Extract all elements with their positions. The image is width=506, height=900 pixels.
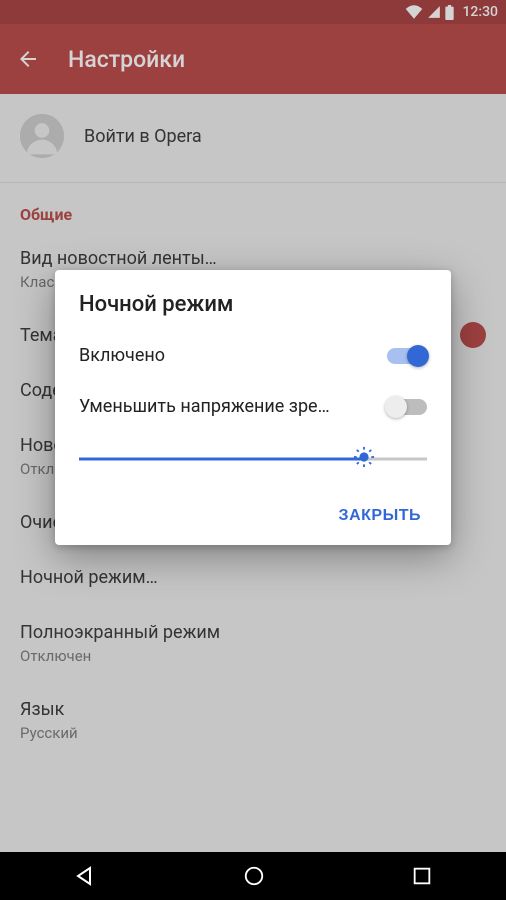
brightness-icon — [353, 446, 375, 472]
nav-back-icon[interactable] — [73, 864, 97, 888]
android-status-bar: 12:30 — [0, 0, 506, 24]
app-bar: Настройки — [0, 24, 506, 94]
dialog-actions: ЗАКРЫТЬ — [79, 491, 427, 535]
dialog-title: Ночной режим — [79, 292, 427, 317]
list-item-primary: Язык — [20, 699, 486, 720]
clock-text: 12:30 — [462, 4, 498, 20]
section-general-header: Общие — [0, 183, 506, 230]
list-item-night-mode[interactable]: Ночной режим… — [0, 549, 506, 604]
toggle-label: Включено — [79, 345, 165, 366]
list-item-fullscreen[interactable]: Полноэкранный режим Отключен — [0, 604, 506, 681]
battery-icon — [445, 5, 454, 20]
switch-enabled[interactable] — [387, 348, 427, 364]
avatar-icon — [20, 114, 64, 158]
list-item-secondary: Отключен — [20, 647, 486, 665]
nav-home-icon[interactable] — [243, 865, 265, 887]
close-button[interactable]: ЗАКРЫТЬ — [333, 497, 427, 535]
brightness-slider[interactable] — [79, 447, 427, 471]
list-item-primary: Ночной режим… — [20, 567, 486, 588]
list-item-primary: Вид новостной ленты… — [20, 248, 486, 269]
slider-fill — [79, 458, 364, 461]
back-icon[interactable] — [16, 47, 40, 71]
toggle-row-eye-strain: Уменьшить напряжение зрен… — [79, 396, 427, 417]
list-item-secondary: Русский — [20, 724, 486, 742]
signal-icon — [427, 5, 441, 19]
night-mode-dialog: Ночной режим Включено Уменьшить напряжен… — [55, 270, 451, 545]
page-title: Настройки — [68, 46, 185, 73]
wifi-icon — [405, 5, 423, 19]
theme-color-swatch — [460, 322, 486, 348]
list-item-language[interactable]: Язык Русский — [0, 681, 506, 758]
sign-in-row[interactable]: Войти в Opera — [0, 94, 506, 183]
android-nav-bar — [0, 852, 506, 900]
sign-in-label: Войти в Opera — [84, 126, 202, 147]
switch-eye-strain[interactable] — [387, 399, 427, 415]
nav-recent-icon[interactable] — [411, 865, 433, 887]
list-item-primary: Полноэкранный режим — [20, 622, 486, 643]
toggle-label: Уменьшить напряжение зрен… — [79, 396, 339, 417]
toggle-row-enabled: Включено — [79, 345, 427, 366]
